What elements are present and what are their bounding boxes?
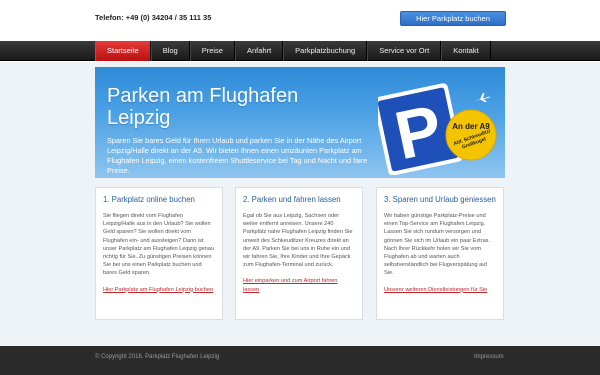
nav-item-kontakt[interactable]: Kontakt	[441, 41, 491, 61]
nav-item-anfahrt[interactable]: Anfahrt	[234, 41, 284, 61]
nav-item-blog[interactable]: Blog	[150, 41, 190, 61]
nav-item-startseite[interactable]: Startseite	[95, 41, 151, 61]
nav-item-parkplatzbuchung[interactable]: Parkplatzbuchung	[283, 41, 368, 61]
info-column-savings: 3. Sparen und Urlaub geniessen Wir haben…	[376, 187, 504, 320]
page-footer: © Copyright 2016. Parkplatz Flughafen Le…	[0, 346, 600, 375]
book-parking-button[interactable]: Hier Parkplatz buchen	[400, 11, 506, 26]
column-link[interactable]: Hier einparken und zum Airport fahren la…	[243, 277, 355, 293]
column-title: 2. Parken und fahren lassen	[243, 195, 341, 204]
phone-number: Telefon: +49 (0) 34204 / 35 111 35	[95, 13, 212, 22]
top-header: Telefon: +49 (0) 34204 / 35 111 35 Hier …	[0, 0, 600, 40]
nav-item-preise[interactable]: Preise	[189, 41, 235, 61]
nav-item-service[interactable]: Service vor Ort	[367, 41, 442, 61]
info-column-booking: 1. Parkplatz online buchen Sie fliegen d…	[95, 187, 223, 320]
column-text: Sie fliegen direkt vom Flughafen Leipzig…	[103, 213, 215, 277]
hero-text: Sparen Sie bares Geld für Ihren Urlaub u…	[107, 136, 368, 175]
column-link[interactable]: Hier Parkplatz am Flughafen Leipzig buch…	[103, 286, 215, 294]
column-text: Wir haben günstige Parkplatz-Preise und …	[384, 213, 491, 277]
column-text: Egal ob Sie aus Leipzig, Sachsen oder we…	[243, 213, 353, 269]
hero-title: Parken am Flughafen Leipzig	[107, 85, 299, 129]
main-nav: Startseite Blog Preise Anfahrt Parkplatz…	[0, 41, 600, 61]
parking-sign-icon: P An der A9 Abf. Schkeuditz/ Großkugel	[378, 83, 497, 175]
copyright-text: © Copyright 2016. Parkplatz Flughafen Le…	[95, 354, 220, 360]
info-column-parking: 2. Parken und fahren lassen Egal ob Sie …	[235, 187, 363, 320]
a9-badge: An der A9 Abf. Schkeuditz/ Großkugel	[445, 109, 497, 161]
impressum-link[interactable]: Impressum	[474, 354, 504, 360]
column-title: 3. Sparen und Urlaub geniessen	[384, 195, 496, 204]
airplane-icon	[473, 92, 491, 103]
column-link[interactable]: Unserer weiteren Dienstleistungen für Si…	[384, 286, 496, 294]
hero-banner: Parken am Flughafen Leipzig Sparen Sie b…	[95, 67, 505, 178]
column-title: 1. Parkplatz online buchen	[103, 195, 195, 204]
